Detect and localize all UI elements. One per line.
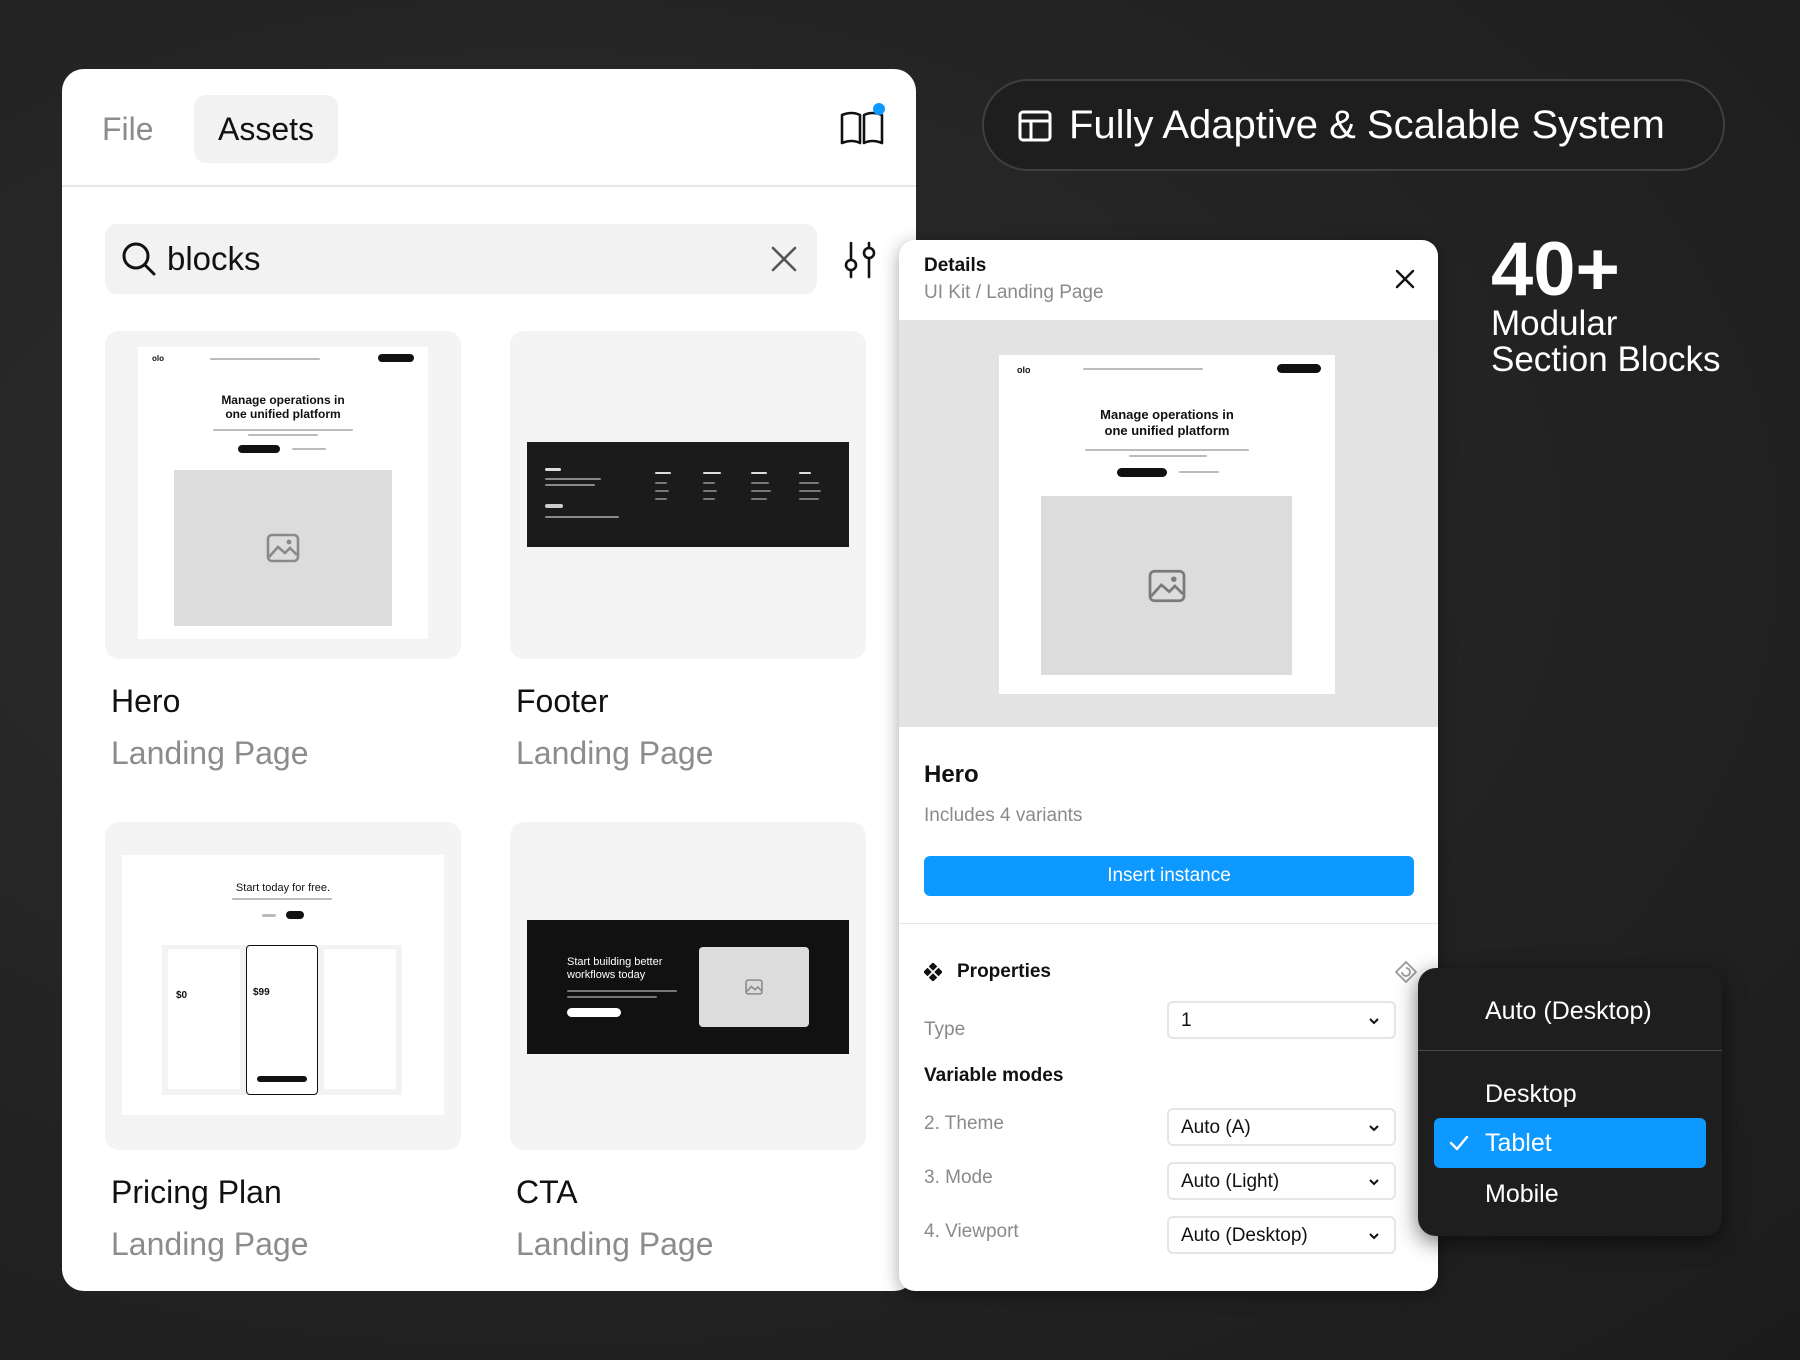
select-value: Auto (A)	[1181, 1117, 1251, 1138]
tab-file[interactable]: File	[102, 95, 154, 163]
cta-thumbnail: Start building better workflows today	[510, 822, 866, 1150]
clear-icon[interactable]	[769, 244, 799, 274]
dropdown-item-tablet[interactable]: Tablet	[1434, 1118, 1706, 1168]
chevron-down-icon	[1369, 1018, 1379, 1025]
pricing-mini-price-low: $0	[176, 990, 188, 1001]
image-icon	[745, 979, 763, 995]
asset-card-footer[interactable]: Footer Landing Page	[510, 331, 866, 773]
image-icon	[266, 533, 300, 563]
close-icon[interactable]	[1394, 268, 1416, 290]
cta-mini-image	[699, 947, 809, 1027]
type-label: Type	[924, 1019, 966, 1040]
chevron-down-icon	[1369, 1125, 1379, 1132]
search-icon	[122, 242, 156, 276]
asset-card-title: CTA	[516, 1174, 578, 1210]
layout-icon	[1018, 110, 1052, 142]
hero-mini-logo: olo	[152, 354, 164, 363]
chevron-down-icon	[1369, 1179, 1379, 1186]
details-panel: Details UI Kit / Landing Page olo Manage…	[899, 240, 1438, 1291]
preview-mini-heading-1: Manage operations in	[1100, 407, 1234, 422]
select-value: Auto (Desktop)	[1181, 1225, 1308, 1246]
variable-modes-label: Variable modes	[924, 1065, 1064, 1086]
chevron-down-icon	[1369, 1233, 1379, 1240]
pricing-mini-page: Start today for free. $0 $99	[122, 855, 444, 1115]
caption-line-1: Modular	[1491, 304, 1618, 343]
hero-mini-page: olo Manage operations in one unified pla…	[138, 347, 428, 639]
footer-thumbnail	[510, 331, 866, 659]
preview-mini-logo: olo	[1017, 365, 1031, 375]
dropdown-item-desktop[interactable]: Desktop	[1418, 1069, 1722, 1119]
blocks-caption: Modular Section Blocks	[1491, 306, 1721, 378]
theme-select[interactable]: Auto (A)	[1167, 1108, 1396, 1146]
theme-label: 2. Theme	[924, 1113, 1004, 1134]
preview-mini-image	[1041, 496, 1292, 675]
image-icon	[1148, 569, 1185, 602]
dropdown-item-auto-desktop[interactable]: Auto (Desktop)	[1418, 986, 1722, 1036]
caption-line-2: Section Blocks	[1491, 340, 1721, 379]
tab-assets[interactable]: Assets	[194, 95, 339, 163]
asset-card-hero[interactable]: olo Manage operations in one unified pla…	[105, 331, 461, 773]
feature-text: Fully Adaptive & Scalable System	[1069, 103, 1665, 147]
hero-thumbnail: olo Manage operations in one unified pla…	[105, 331, 461, 659]
dropdown-item-label: Auto (Desktop)	[1485, 997, 1652, 1025]
cta-mini-heading-2: workflows today	[567, 969, 646, 981]
component-name: Hero	[924, 761, 979, 788]
viewport-select[interactable]: Auto (Desktop)	[1167, 1216, 1396, 1254]
search-row	[105, 224, 817, 294]
reset-icon[interactable]	[1394, 960, 1418, 984]
hero-mini-heading-1: Manage operations in	[221, 393, 345, 407]
mode-label: 3. Mode	[924, 1167, 993, 1188]
search-box[interactable]	[105, 224, 817, 294]
assets-panel: File Assets olo	[62, 69, 916, 1291]
blocks-count: 40+	[1491, 227, 1620, 312]
asset-card-subtitle: Landing Page	[516, 1226, 714, 1262]
properties-icon	[924, 963, 942, 981]
dropdown-item-label: Tablet	[1485, 1129, 1552, 1157]
footer-mini-dark	[527, 442, 849, 547]
asset-card-cta[interactable]: Start building better workflows today CT…	[510, 822, 866, 1264]
dropdown-item-mobile[interactable]: Mobile	[1418, 1169, 1722, 1219]
viewport-dropdown-menu: Auto (Desktop) Desktop Tablet Mobile	[1418, 968, 1722, 1236]
hero-mini-image	[174, 470, 392, 626]
dropdown-item-label: Desktop	[1485, 1080, 1577, 1108]
component-preview: olo Manage operations in one unified pla…	[899, 320, 1438, 727]
search-input[interactable]	[167, 236, 727, 282]
asset-card-title: Pricing Plan	[111, 1174, 282, 1210]
insert-instance-button[interactable]: Insert instance	[924, 856, 1414, 896]
asset-card-subtitle: Landing Page	[111, 1226, 309, 1262]
filter-icon[interactable]	[841, 241, 879, 279]
dropdown-separator	[1418, 1050, 1722, 1051]
cta-mini-dark: Start building better workflows today	[527, 920, 849, 1054]
type-select[interactable]: 1	[1167, 1001, 1396, 1039]
hero-mini-heading-2: one unified platform	[225, 407, 341, 421]
variants-count: Includes 4 variants	[924, 805, 1083, 826]
asset-card-subtitle: Landing Page	[516, 735, 714, 771]
select-value: 1	[1181, 1010, 1192, 1031]
cta-mini-heading-1: Start building better	[567, 956, 663, 968]
details-title: Details	[924, 255, 987, 276]
asset-card-title: Hero	[111, 683, 181, 719]
breadcrumb: UI Kit / Landing Page	[924, 282, 1104, 303]
asset-card-subtitle: Landing Page	[111, 735, 309, 771]
viewport-label: 4. Viewport	[924, 1221, 1019, 1242]
feature-pill: Fully Adaptive & Scalable System	[982, 79, 1725, 171]
pricing-mini-price-mid: $99	[253, 987, 270, 998]
pricing-mini-heading: Start today for free.	[235, 882, 331, 894]
asset-card-pricing-plan[interactable]: Start today for free. $0 $99 Pricing Pla…	[105, 822, 461, 1264]
mode-select[interactable]: Auto (Light)	[1167, 1162, 1396, 1200]
properties-title: Properties	[957, 961, 1051, 982]
select-value: Auto (Light)	[1181, 1171, 1280, 1192]
dropdown-item-label: Mobile	[1485, 1180, 1559, 1208]
divider	[899, 923, 1438, 924]
check-icon	[1449, 1135, 1469, 1151]
pricing-thumbnail: Start today for free. $0 $99	[105, 822, 461, 1150]
preview-mini-heading-2: one unified platform	[1104, 423, 1230, 438]
asset-card-title: Footer	[516, 683, 609, 719]
preview-mini-page: olo Manage operations in one unified pla…	[999, 355, 1335, 694]
library-icon[interactable]	[838, 103, 886, 151]
assets-header: File Assets	[62, 69, 916, 187]
